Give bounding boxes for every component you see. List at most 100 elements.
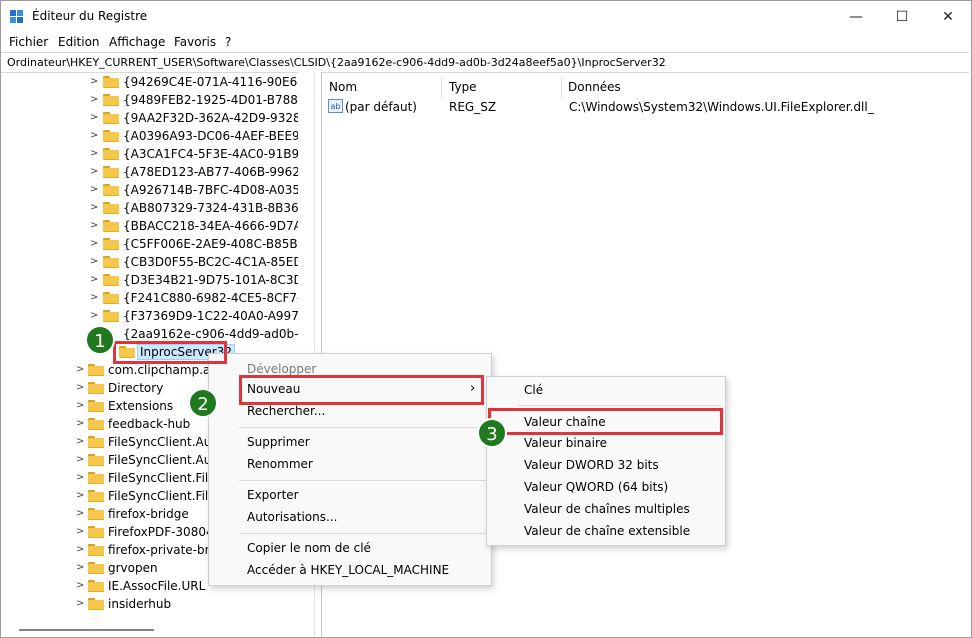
tree-item-label: insiderhub [108, 597, 172, 611]
column-divider[interactable] [561, 76, 562, 98]
new-submenu: Clé Valeur chaîne Valeur binaire Valeur … [486, 376, 726, 546]
chevron-right-icon[interactable]: > [76, 436, 84, 448]
tree-item[interactable]: > {A78ED123-AB77-406B-9962-2A5 [1, 163, 314, 181]
chevron-right-icon[interactable]: > [76, 526, 84, 538]
menu-item-renommer[interactable]: Renommer [210, 454, 490, 475]
chevron-right-icon[interactable]: > [90, 130, 98, 142]
folder-icon [103, 94, 119, 106]
tree-item-label: FileSyncClient.FileS [108, 489, 224, 503]
tree-item[interactable]: > insiderhub [1, 595, 301, 613]
registry-app-icon [10, 10, 23, 23]
maximize-button[interactable]: ☐ [879, 1, 925, 32]
tree-item[interactable]: > {F37369D9-1C22-40A0-A997-0B4E [1, 307, 314, 325]
address-bar[interactable]: Ordinateur\HKEY_CURRENT_USER\Software\Cl… [1, 52, 969, 73]
column-divider[interactable] [441, 76, 442, 98]
submenu-item-qword[interactable]: Valeur QWORD (64 bits) [488, 477, 724, 498]
folder-icon [88, 400, 104, 412]
chevron-right-icon[interactable]: > [76, 580, 84, 592]
column-header-type[interactable]: Type [449, 80, 477, 94]
menu-item-label: Valeur QWORD (64 bits) [524, 480, 669, 494]
chevron-right-icon[interactable]: > [90, 256, 98, 268]
close-icon: ✕ [942, 8, 954, 25]
tree-item[interactable]: > {94269C4E-071A-4116-90E6-52E5 [1, 73, 314, 91]
tree-item-label: Extensions [108, 399, 174, 413]
chevron-right-icon[interactable]: > [76, 490, 84, 502]
chevron-right-icon[interactable]: > [76, 400, 84, 412]
submenu-item-multi-string[interactable]: Valeur de chaînes multiples [488, 499, 724, 520]
tree-item-label: {AB807329-7324-431B-8B36-DBD [123, 201, 314, 215]
submenu-item-expandable-string[interactable]: Valeur de chaîne extensible [488, 521, 724, 542]
folder-icon [103, 148, 119, 160]
menu-favoris[interactable]: Favoris [174, 35, 216, 49]
menu-bar: Fichier Edition Affichage Favoris ? [1, 32, 971, 52]
title-bar: Éditeur du Registre — ☐ ✕ [1, 1, 971, 32]
chevron-right-icon[interactable]: > [90, 112, 98, 124]
tree-item[interactable]: > {A0396A93-DC06-4AEF-BEE9-95F [1, 127, 314, 145]
chevron-right-icon[interactable]: > [76, 418, 84, 430]
folder-icon [103, 184, 119, 196]
close-button[interactable]: ✕ [925, 1, 971, 32]
tree-item[interactable]: > {AB807329-7324-431B-8B36-DBD [1, 199, 314, 217]
menu-item-label: Développer [247, 362, 317, 376]
column-header-data[interactable]: Données [568, 80, 621, 94]
chevron-right-icon[interactable]: > [90, 274, 98, 286]
value-row[interactable]: ab (par défaut) REG_SZ C:\Windows\System… [328, 99, 968, 117]
tree-item-label: {C5FF006E-2AE9-408C-B85B-2DFI [123, 237, 314, 251]
chevron-right-icon[interactable]: > [90, 310, 98, 322]
menu-affichage[interactable]: Affichage [109, 35, 165, 49]
scrollbar-thumb[interactable] [19, 629, 154, 631]
chevron-right-icon[interactable]: > [76, 562, 84, 574]
tree-item[interactable]: > {F241C880-6982-4CE5-8CF7-7085 [1, 289, 314, 307]
chevron-right-icon[interactable]: > [90, 148, 98, 160]
window-title: Éditeur du Registre [32, 9, 148, 23]
menu-fichier[interactable]: Fichier [9, 35, 48, 49]
folder-icon [88, 418, 104, 430]
chevron-right-icon[interactable]: > [76, 544, 84, 556]
chevron-right-icon[interactable]: > [76, 364, 84, 376]
menu-item-label: Supprimer [247, 435, 310, 449]
submenu-item-valeur-binaire[interactable]: Valeur binaire [488, 433, 724, 454]
menu-item-supprimer[interactable]: Supprimer [210, 432, 490, 453]
menu-item-exporter[interactable]: Exporter [210, 485, 490, 506]
chevron-right-icon[interactable]: > [90, 94, 98, 106]
tree-item[interactable]: > {CB3D0F55-BC2C-4C1A-85ED-23E [1, 253, 314, 271]
submenu-item-cle[interactable]: Clé [488, 380, 724, 401]
tree-item[interactable]: > {D3E34B21-9D75-101A-8C3D-00A [1, 271, 314, 289]
menu-item-label: Accéder à HKEY_LOCAL_MACHINE [247, 563, 450, 577]
chevron-right-icon[interactable]: > [76, 472, 84, 484]
folder-icon [103, 274, 119, 286]
tree-item[interactable]: > {9AA2F32D-362A-42D9-9328-24A [1, 109, 314, 127]
menu-edition[interactable]: Edition [58, 35, 100, 49]
tree-item-label: {F37369D9-1C22-40A0-A997-0B4E [123, 309, 314, 323]
menu-help[interactable]: ? [225, 35, 231, 49]
tree-item[interactable]: > {BBACC218-34EA-4666-9D7A-C78 [1, 217, 314, 235]
menu-item-copier-nom[interactable]: Copier le nom de clé [210, 538, 490, 559]
chevron-right-icon[interactable]: > [90, 166, 98, 178]
tree-item[interactable]: > {C5FF006E-2AE9-408C-B85B-2DFI [1, 235, 314, 253]
tree-item[interactable]: > {A926714B-7BFC-4D08-A035-8002 [1, 181, 314, 199]
menu-item-acceder-hklm[interactable]: Accéder à HKEY_LOCAL_MACHINE [210, 560, 490, 581]
tree-item-label: FileSyncClient.Auto [108, 453, 224, 467]
chevron-right-icon[interactable]: > [76, 454, 84, 466]
chevron-right-icon[interactable]: > [90, 292, 98, 304]
folder-icon [103, 202, 119, 214]
value-type: REG_SZ [449, 100, 497, 114]
folder-icon [88, 508, 104, 520]
menu-item-label: Exporter [247, 488, 299, 502]
chevron-right-icon[interactable]: > [90, 202, 98, 214]
tree-item[interactable]: > {A3CA1FC4-5F3E-4AC0-91B9-0D3 [1, 145, 314, 163]
chevron-right-icon[interactable]: > [90, 238, 98, 250]
tree-horizontal-scrollbar[interactable] [1, 622, 314, 637]
column-header-name[interactable]: Nom [329, 80, 357, 94]
chevron-right-icon[interactable]: > [90, 76, 98, 88]
chevron-right-icon[interactable]: > [76, 508, 84, 520]
chevron-right-icon[interactable]: > [76, 382, 84, 394]
minimize-button[interactable]: — [833, 1, 879, 32]
chevron-right-icon[interactable]: > [90, 220, 98, 232]
tree-item[interactable]: > {9489FEB2-1925-4D01-B788-6D91 [1, 91, 314, 109]
chevron-right-icon[interactable]: > [76, 598, 84, 610]
submenu-item-dword[interactable]: Valeur DWORD 32 bits [488, 455, 724, 476]
menu-item-label: Valeur DWORD 32 bits [524, 458, 659, 472]
menu-item-autorisations[interactable]: Autorisations... [210, 507, 490, 528]
chevron-right-icon[interactable]: > [90, 184, 98, 196]
